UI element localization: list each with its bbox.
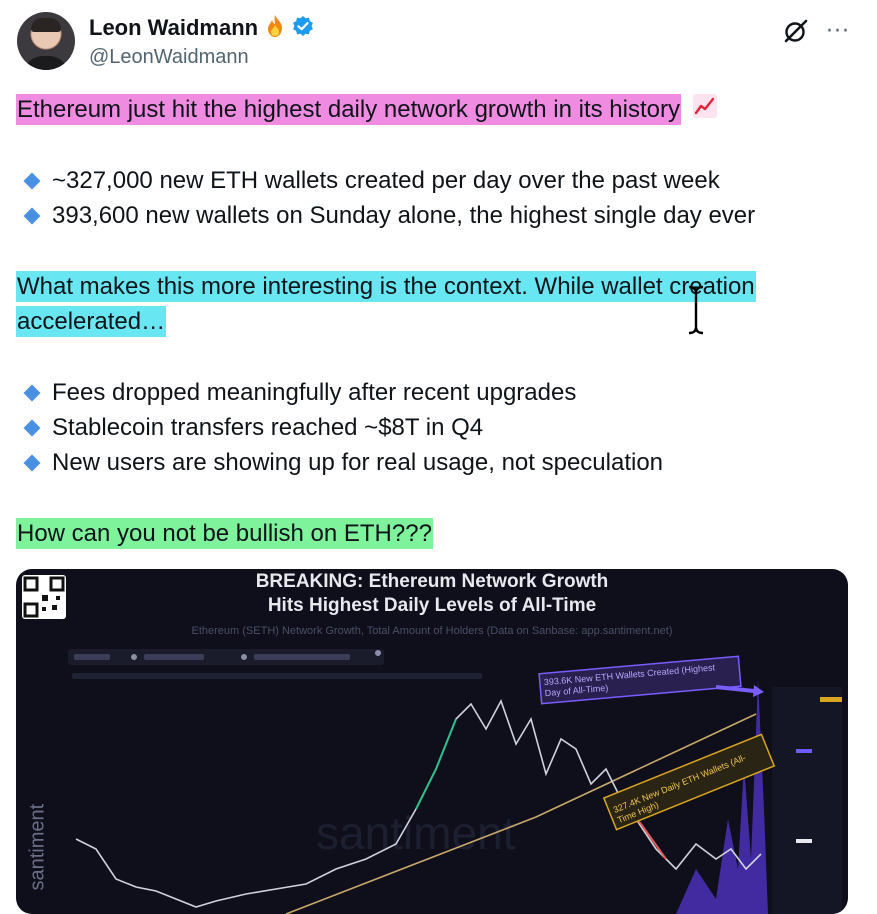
list-item: 393,600 new wallets on Sunday alone, the… (16, 198, 755, 233)
avatar[interactable] (17, 12, 75, 70)
author-name[interactable]: Leon Waidmann (89, 15, 258, 41)
diamond-bullet-icon (23, 384, 41, 401)
list-item: New users are showing up for real usage,… (16, 445, 663, 480)
context-text-2: accelerated… (16, 306, 167, 337)
list-item: Fees dropped meaningfully after recent u… (16, 375, 576, 410)
diamond-bullet-icon (23, 207, 41, 224)
closing-text: How can you not be bullish on ETH??? (16, 518, 433, 549)
context-text-1: What makes this more interesting is the … (16, 271, 756, 302)
bullet-text: Fees dropped meaningfully after recent u… (52, 379, 577, 406)
list-item: ~327,000 new ETH wallets created per day… (16, 163, 720, 198)
post-header: Leon Waidmann @LeonWaidmann ··· (17, 10, 862, 74)
diamond-bullet-icon (23, 172, 41, 189)
grok-icon[interactable] (781, 16, 811, 46)
author-handle[interactable]: @LeonWaidmann (89, 46, 249, 69)
svg-text:santiment: santiment (316, 807, 516, 859)
bullet-text: Stablecoin transfers reached ~$8T in Q4 (52, 414, 484, 441)
chart-increasing-icon (692, 93, 718, 129)
bullet-text: ~327,000 new ETH wallets created per day… (52, 167, 720, 194)
headline-text: Ethereum just hit the highest daily netw… (16, 94, 681, 125)
context-line-2: accelerated… (16, 304, 167, 339)
bullet-text: 393,600 new wallets on Sunday alone, the… (52, 202, 756, 229)
more-options-icon[interactable]: ··· (823, 16, 853, 46)
santiment-side-brand: santiment (18, 751, 52, 901)
context-line-1: What makes this more interesting is the … (16, 269, 756, 304)
list-item: Stablecoin transfers reached ~$8T in Q4 (16, 410, 483, 445)
post-media-image[interactable]: santiment BREAKING: Ethereum Network Gro… (16, 569, 848, 914)
author-name-row[interactable]: Leon Waidmann (89, 14, 314, 41)
fire-emoji-icon (264, 14, 286, 41)
bullet-text: New users are showing up for real usage,… (52, 449, 664, 476)
verified-badge-icon[interactable] (292, 15, 314, 41)
diamond-bullet-icon (23, 454, 41, 471)
side-brand-text: santiment (26, 803, 49, 891)
chart-title-line-2: Hits Highest Daily Levels of All-Time (267, 595, 597, 616)
chart-subtitle: Ethereum (SETH) Network Growth, Total Am… (191, 625, 673, 637)
chart-title-line-1: BREAKING: Ethereum Network Growth (255, 571, 609, 592)
headline-line: Ethereum just hit the highest daily netw… (16, 92, 718, 129)
text-cursor-icon (686, 285, 706, 335)
diamond-bullet-icon (23, 419, 41, 436)
closing-line: How can you not be bullish on ETH??? (16, 516, 433, 551)
chart-image-graphic: santiment (68, 649, 842, 914)
